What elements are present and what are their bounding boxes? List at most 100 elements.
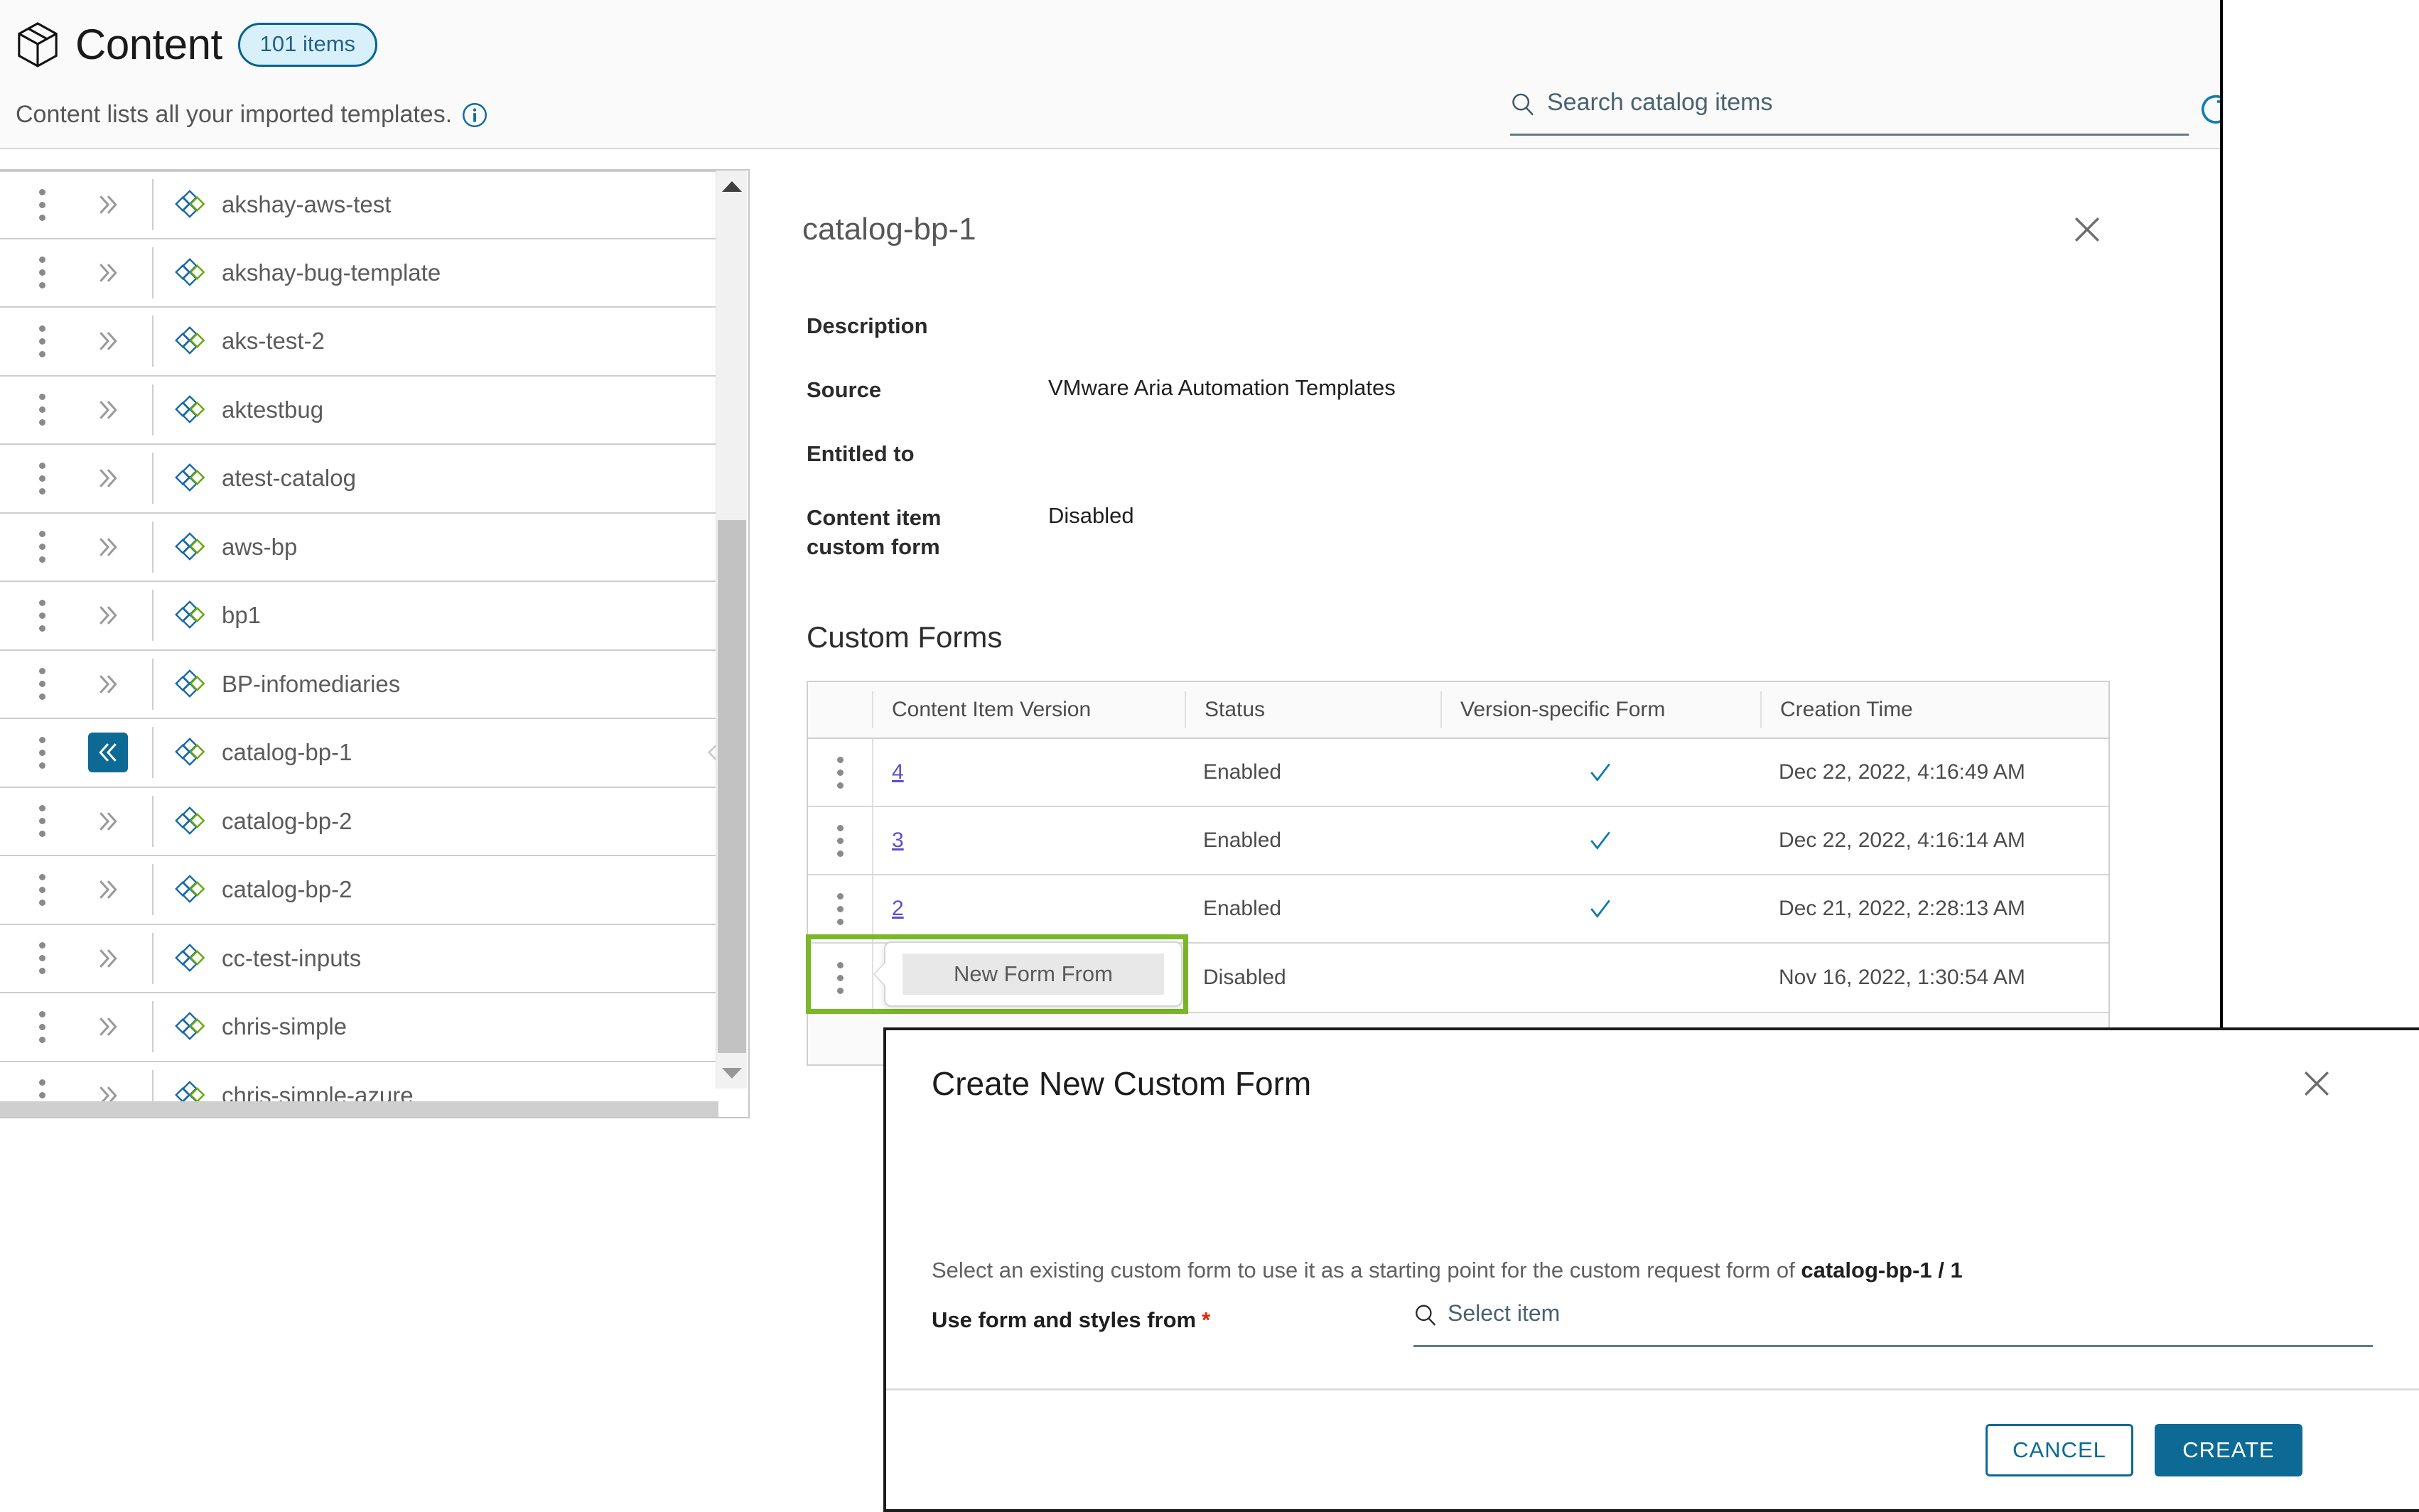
row-menu-icon[interactable]: [20, 599, 64, 632]
expand-row-button[interactable]: [88, 321, 128, 361]
expand-row-button[interactable]: [88, 458, 128, 498]
search-field[interactable]: [1510, 89, 2189, 136]
field-value: VMware Aria Automation Templates: [1048, 375, 1396, 400]
chevron-double-right-icon: [99, 332, 117, 351]
list-item[interactable]: aws-bp: [0, 513, 728, 582]
row-divider: [152, 727, 153, 779]
row-context-menu[interactable]: New Form From: [884, 941, 1182, 1007]
expand-row-button[interactable]: [88, 939, 128, 978]
close-icon[interactable]: [2300, 1067, 2333, 1100]
scrollbar-thumb[interactable]: [718, 520, 746, 1053]
create-button[interactable]: CREATE: [2155, 1423, 2302, 1476]
row-menu-icon[interactable]: [808, 807, 872, 874]
row-menu-icon[interactable]: [20, 531, 64, 563]
row-menu-icon[interactable]: [20, 873, 64, 906]
row-menu-icon[interactable]: [20, 736, 64, 769]
version-link[interactable]: 3: [892, 828, 904, 853]
list-item[interactable]: catalog-bp-2: [0, 856, 728, 925]
chevron-double-right-icon: [99, 674, 117, 693]
version-link[interactable]: 4: [892, 760, 904, 784]
search-icon: [1512, 93, 1534, 116]
field-value: Disabled: [1048, 503, 1134, 528]
th-content-item-version: Content Item Version: [872, 691, 1185, 728]
cell-status: Enabled: [1203, 897, 1282, 920]
template-icon: [175, 531, 205, 561]
list-item[interactable]: chris-simple: [0, 993, 728, 1062]
list-item-label: aktestbug: [222, 396, 324, 423]
page-subtitle-row: Content lists all your imported template…: [16, 101, 487, 129]
required-marker: *: [1202, 1307, 1211, 1332]
detail-field-source: Source VMware Aria Automation Templates: [807, 375, 1396, 404]
list-item[interactable]: catalog-bp-2: [0, 787, 728, 856]
select-item-input[interactable]: [1448, 1300, 2350, 1327]
expand-row-button[interactable]: [88, 801, 128, 841]
modal-title: Create New Custom Form: [932, 1065, 1312, 1102]
table-row[interactable]: 2 Enabled Dec 21, 2022, 2:28:13 AM: [808, 875, 2108, 944]
list-item[interactable]: atest-catalog: [0, 445, 728, 514]
cell-status: Enabled: [1203, 760, 1282, 784]
list-item[interactable]: aks-test-2: [0, 308, 728, 377]
row-menu-icon[interactable]: [20, 325, 64, 357]
expand-row-button[interactable]: [88, 1007, 128, 1047]
list-item-label: catalog-bp-2: [222, 807, 352, 834]
table-row[interactable]: 3 Enabled Dec 22, 2022, 4:16:14 AM: [808, 807, 2108, 875]
expand-row-button[interactable]: [88, 185, 128, 225]
collapse-row-button[interactable]: [88, 733, 128, 773]
list-item[interactable]: bp1: [0, 582, 728, 651]
list-item[interactable]: akshay-aws-test: [0, 171, 728, 239]
row-divider: [152, 247, 153, 298]
close-icon[interactable]: [2071, 213, 2103, 246]
search-input[interactable]: [1547, 89, 2158, 117]
table-header-row: Content Item Version Status Version-spec…: [808, 682, 2108, 739]
row-menu-icon[interactable]: [20, 462, 64, 495]
menu-item-new-form-from[interactable]: New Form From: [903, 954, 1164, 995]
row-menu-icon[interactable]: [20, 1010, 64, 1043]
list-horizontal-scrollbar[interactable]: [0, 1101, 718, 1117]
row-menu-icon[interactable]: [808, 875, 872, 942]
list-vertical-scrollbar[interactable]: [716, 171, 747, 1089]
list-item[interactable]: akshay-bug-template: [0, 239, 728, 308]
chevron-double-right-icon: [99, 606, 117, 625]
select-item-field[interactable]: [1413, 1300, 2373, 1347]
row-menu-icon[interactable]: [20, 188, 64, 221]
expand-row-button[interactable]: [88, 664, 128, 704]
detail-field-description: Description: [807, 311, 1048, 340]
custom-forms-heading: Custom Forms: [807, 620, 1003, 654]
content-list-panel: akshay-aws-test akshay-bug-template aks-…: [0, 169, 750, 1118]
expand-row-button[interactable]: [88, 253, 128, 293]
chevron-double-right-icon: [99, 469, 117, 488]
expand-row-button[interactable]: [88, 870, 128, 909]
list-item-label: catalog-bp-1: [222, 739, 352, 766]
list-item[interactable]: aktestbug: [0, 376, 728, 445]
modal-footer: CANCEL CREATE: [886, 1388, 2419, 1509]
cancel-button[interactable]: CANCEL: [1986, 1423, 2133, 1476]
list-item[interactable]: cc-test-inputs: [0, 924, 728, 993]
row-menu-icon[interactable]: [20, 668, 64, 701]
scroll-up-arrow-icon[interactable]: [716, 171, 748, 202]
scroll-down-arrow-icon[interactable]: [716, 1057, 748, 1089]
table-row[interactable]: 4 Enabled Dec 22, 2022, 4:16:49 AM: [808, 739, 2108, 807]
expand-row-button[interactable]: [88, 527, 128, 567]
list-item[interactable]: catalog-bp-1: [0, 719, 728, 788]
list-item-label: cc-test-inputs: [222, 944, 362, 971]
chevron-double-right-icon: [99, 949, 117, 968]
expand-row-button[interactable]: [88, 595, 128, 635]
template-icon: [175, 669, 205, 698]
refresh-icon[interactable]: [2197, 91, 2223, 128]
cell-status: Disabled: [1203, 966, 1286, 989]
create-new-custom-form-modal: Create New Custom Form Select an existin…: [883, 1027, 2419, 1512]
row-menu-icon[interactable]: [20, 256, 64, 289]
list-item[interactable]: BP-infomediaries: [0, 650, 728, 719]
modal-description: Select an existing custom form to use it…: [932, 1258, 1963, 1283]
cell-creation-time: Dec 21, 2022, 2:28:13 AM: [1779, 897, 2025, 920]
row-menu-icon[interactable]: [808, 739, 872, 806]
row-menu-icon[interactable]: [20, 394, 64, 426]
label-text: Use form and styles from: [932, 1307, 1197, 1332]
cell-creation-time: Dec 22, 2022, 4:16:14 AM: [1779, 828, 2025, 852]
row-menu-icon[interactable]: [20, 805, 64, 838]
row-menu-icon[interactable]: [20, 942, 64, 975]
expand-row-button[interactable]: [88, 390, 128, 430]
check-icon: [1588, 760, 1612, 784]
info-icon[interactable]: [462, 102, 487, 128]
version-link[interactable]: 2: [892, 897, 904, 921]
